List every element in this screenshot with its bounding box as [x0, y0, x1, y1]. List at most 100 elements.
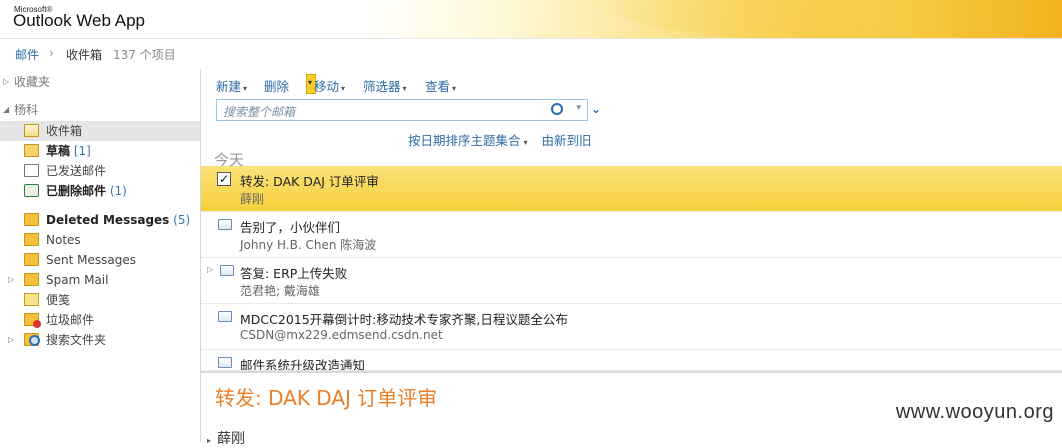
deleted-label: 已删除邮件 [46, 184, 107, 198]
favorites-label: 收藏夹 [14, 75, 51, 89]
sent-icon [24, 164, 39, 177]
chevron-down-icon: ▾ [341, 84, 346, 93]
move-label: 移动 [314, 79, 340, 94]
sidebar-item-label: 已删除邮件 (1) [46, 181, 127, 201]
envelope-icon [218, 219, 232, 230]
sort-by-label: 按日期排序主题集合 [408, 133, 521, 148]
sidebar-item-sticky-notes[interactable]: 便笺 [0, 290, 200, 310]
filter-label: 筛选器 [363, 79, 401, 94]
message-subject: 答复: ERP上传失败 [240, 266, 348, 281]
sidebar-item-sent[interactable]: 已发送邮件 [0, 161, 200, 181]
checkbox[interactable]: ✓ [217, 172, 231, 186]
view-label: 查看 [425, 79, 451, 94]
message-subject: 转发: DAK DAJ 订单评审 [240, 174, 379, 189]
sidebar-item-drafts[interactable]: 草稿 [1] [0, 141, 200, 161]
chevron-down-icon: ▾ [452, 84, 457, 93]
sidebar-item-label: 草稿 [1] [46, 141, 91, 161]
expand-icon[interactable]: ▷ [8, 330, 18, 350]
list-item[interactable]: ▷ 答复: ERP上传失败 范君艳; 戴海雄 [201, 258, 1062, 304]
message-subject: 告别了，小伙伴们 [240, 220, 341, 235]
bullet-icon: ▸ [207, 436, 212, 445]
view-button[interactable]: 查看 ▾ [425, 76, 456, 95]
account-label: 杨科 [14, 103, 39, 117]
sidebar-item-deleted[interactable]: 已删除邮件 (1) [0, 181, 200, 201]
inbox-icon [24, 124, 39, 137]
reading-subject: 转发: DAK DAJ 订单评审 [215, 386, 438, 410]
folder-pane: ▷ 收藏夹 ◢ 杨科 收件箱 草稿 [1] 已发送邮件 已删除邮件 (1) De… [0, 69, 201, 442]
search-input[interactable]: 搜索整个邮箱 ▾ [216, 99, 588, 121]
sidebar-item-junk[interactable]: 垃圾邮件 [0, 310, 200, 330]
list-item[interactable]: ✓ 转发: DAK DAJ 订单评审 薛刚 [201, 166, 1062, 212]
junk-badge-icon [33, 320, 41, 328]
magnifier-icon [29, 335, 40, 346]
list-item[interactable]: MDCC2015开幕倒计时:移动技术专家齐聚,日程议题全公布 CSDN@mx22… [201, 304, 1062, 350]
message-sender: Johny H.B. Chen 陈海波 [240, 238, 377, 252]
sidebar-item-label: Sent Messages [46, 253, 136, 267]
chevron-down-icon: ▾ [308, 78, 313, 87]
breadcrumb-item-count: 137 个项目 [113, 48, 176, 62]
expand-search-icon[interactable]: ⌄ [591, 102, 601, 116]
sidebar-item-label: 搜索文件夹 [46, 333, 107, 347]
sort-by-button[interactable]: 按日期排序主题集合 ▾ [408, 133, 528, 148]
folder-icon [24, 253, 39, 266]
expand-conversation-icon[interactable]: ▷ [207, 265, 213, 274]
breadcrumb-current-folder: 收件箱 [66, 48, 103, 62]
search-placeholder: 搜索整个邮箱 [223, 105, 296, 119]
message-list-pane: 新建 ▾ 删除 ▾ 移动 ▾ 筛选器 ▾ 查看 ▾ 搜索整个邮箱 ▾ ⌄ 按日期排序主题… [201, 69, 1062, 447]
sidebar-item-label: 收件箱 [46, 124, 83, 138]
collapse-icon[interactable]: ◢ [3, 100, 13, 120]
top-banner: Microsoft® Outlook Web App [0, 0, 1062, 38]
sidebar-item-label: 已发送邮件 [46, 164, 107, 178]
chevron-down-icon: ▾ [402, 84, 407, 93]
filter-button[interactable]: 筛选器 ▾ [363, 76, 407, 95]
note-icon [24, 293, 39, 306]
deleted-count: (1) [109, 184, 127, 198]
message-sender: 范君艳; 戴海雄 [240, 284, 320, 298]
favorites-section[interactable]: ▷ 收藏夹 [0, 72, 200, 92]
new-label: 新建 [216, 79, 242, 94]
breadcrumb-mail-link[interactable]: 邮件 [15, 46, 39, 63]
sidebar-item-deleted-messages[interactable]: Deleted Messages (5) [0, 210, 200, 230]
deleted-messages-count: (5) [173, 213, 191, 227]
sidebar-item-sent-messages[interactable]: Sent Messages [0, 250, 200, 270]
expand-icon[interactable]: ▷ [8, 270, 18, 290]
list-item[interactable]: 告别了，小伙伴们 Johny H.B. Chen 陈海波 [201, 212, 1062, 258]
app-title: Outlook Web App [13, 11, 145, 30]
sort-order-button[interactable]: 由新到旧 [542, 133, 592, 148]
move-button[interactable]: 移动 ▾ [314, 76, 345, 95]
sidebar-item-label: Notes [46, 233, 81, 247]
envelope-stack-icon [220, 265, 234, 276]
chevron-down-icon: ▾ [523, 138, 528, 147]
deleted-messages-label: Deleted Messages [46, 213, 170, 227]
message-sender: CSDN@mx229.edmsend.csdn.net [240, 328, 443, 342]
sidebar-item-label: 便笺 [46, 293, 71, 307]
folder-icon [24, 233, 39, 246]
drafts-count: [1] [73, 144, 91, 158]
search-icon[interactable] [551, 103, 563, 115]
sidebar-item-notes[interactable]: Notes [0, 230, 200, 250]
sidebar-item-inbox[interactable]: 收件箱 [0, 121, 200, 141]
list-item[interactable]: 邮件系统升级改造通知 [201, 350, 1062, 371]
new-button[interactable]: 新建 ▾ [216, 76, 247, 95]
message-subject: 邮件系统升级改造通知 [240, 358, 366, 371]
envelope-icon [218, 357, 232, 368]
breadcrumb-separator: › [49, 46, 54, 60]
drafts-icon [24, 144, 39, 157]
sort-bar: 按日期排序主题集合 ▾ 由新到旧 [408, 130, 592, 149]
trash-icon [24, 184, 39, 197]
reading-sender: ▸ 薛刚 [207, 428, 245, 448]
delete-label: 删除 [264, 79, 290, 94]
chevron-down-icon: ▾ [243, 84, 248, 93]
account-section[interactable]: ◢ 杨科 [0, 100, 200, 120]
chevron-down-icon[interactable]: ▾ [576, 103, 581, 113]
delete-button[interactable]: 删除 [264, 76, 289, 95]
folder-icon [24, 273, 39, 286]
sidebar-item-search-folders[interactable]: ▷ 搜索文件夹 [0, 330, 200, 350]
envelope-icon [218, 311, 232, 322]
watermark: www.wooyun.org [895, 401, 1054, 423]
sidebar-item-spam-mail[interactable]: ▷ Spam Mail [0, 270, 200, 290]
expand-icon[interactable]: ▷ [3, 72, 13, 92]
message-sender: 薛刚 [240, 192, 265, 206]
sidebar-item-label: 垃圾邮件 [46, 313, 95, 327]
breadcrumb: 邮件 › 收件箱 137 个项目 [0, 38, 1062, 70]
